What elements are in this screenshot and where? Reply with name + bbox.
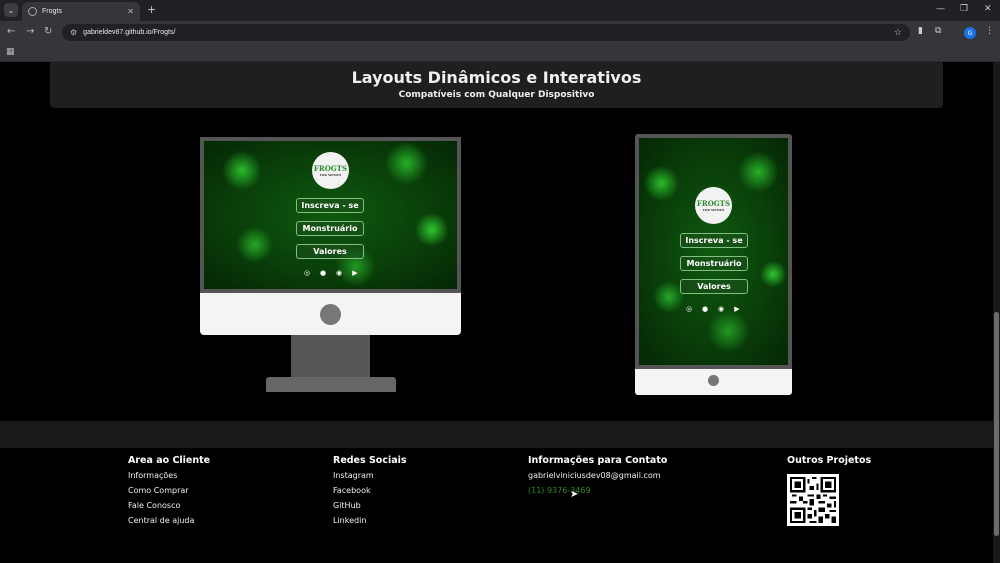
restore-icon[interactable]: ❐: [960, 4, 968, 14]
footer-link-facebook[interactable]: Facebook: [333, 486, 407, 496]
footer-link-contact[interactable]: Fale Conosco: [128, 501, 210, 511]
tab-title: Frogts: [42, 8, 62, 15]
footer-link-instagram[interactable]: Instagram: [333, 471, 407, 481]
footer-divider-band: [0, 421, 993, 448]
page-title: Layouts Dinâmicos e Interativos: [351, 68, 642, 87]
subscribe-button[interactable]: Inscreva - se: [680, 233, 748, 248]
globe-icon: [28, 7, 37, 16]
footer-email[interactable]: gabrielviniciusdev08@gmail.com: [528, 471, 667, 481]
tablet-home-button: [708, 375, 719, 386]
monitor-neck: [291, 335, 370, 378]
footer-col-social: Redes Sociais Instagram Facebook GitHub …: [333, 455, 407, 531]
browser-tab-bar: ⌄ Frogts ✕ + — ❐ ✕: [0, 0, 1000, 21]
frogts-logo: FROGTS FOR MEMES: [695, 187, 732, 224]
showcase-button[interactable]: Monstruário: [296, 221, 364, 236]
footer-col-customer: Area ao Cliente Informações Como Comprar…: [128, 455, 210, 531]
monitor-power-button: [320, 304, 341, 325]
footer-link-how-to-buy[interactable]: Como Comprar: [128, 486, 210, 496]
footer-col-projects: Outros Projetos: [787, 455, 871, 471]
social-icons: ◎ ● ◉ ▶: [685, 305, 741, 313]
footer-link-info[interactable]: Informações: [128, 471, 210, 481]
prices-button[interactable]: Valores: [680, 279, 748, 294]
apps-grid-icon[interactable]: ▦: [6, 47, 15, 57]
footer-link-linkedin[interactable]: Linkedin: [333, 516, 407, 526]
qr-code-icon[interactable]: [787, 474, 839, 526]
profile-avatar[interactable]: G: [964, 27, 976, 39]
footer-col-contact: Informações para Contato gabrielvinicius…: [528, 455, 667, 501]
browser-tab[interactable]: Frogts ✕: [22, 2, 140, 21]
prices-button[interactable]: Valores: [296, 244, 364, 259]
bookmarks-bar: ▦: [0, 44, 1000, 62]
social-icons: ◎ ● ◉ ▶: [303, 269, 359, 277]
facebook-icon[interactable]: ●: [319, 269, 327, 277]
minimize-icon[interactable]: —: [936, 4, 945, 14]
reload-icon[interactable]: ↻: [44, 26, 52, 37]
tab-search-icon[interactable]: ⌄: [4, 3, 18, 17]
footer-heading: Informações para Contato: [528, 455, 668, 466]
site-info-icon[interactable]: ⚙: [70, 28, 77, 37]
monitor-base: [266, 377, 396, 392]
new-tab-icon[interactable]: +: [147, 3, 156, 16]
back-icon[interactable]: ←: [7, 26, 15, 37]
mouse-cursor-icon: ➤: [570, 489, 579, 500]
footer-heading: Redes Sociais: [333, 455, 407, 466]
showcase-button[interactable]: Monstruário: [680, 256, 748, 271]
frogts-logo: FROGTS FOR MEMES: [312, 152, 349, 189]
hero-panel: Layouts Dinâmicos e Interativos Compatív…: [50, 62, 943, 108]
window-close-icon[interactable]: ✕: [984, 4, 992, 14]
close-icon[interactable]: ✕: [127, 7, 134, 16]
extension-icon[interactable]: ▮: [918, 26, 923, 36]
footer-link-github[interactable]: GitHub: [333, 501, 407, 511]
tablet-screen: FROGTS FOR MEMES Inscreva - se Monstruár…: [639, 138, 788, 365]
browser-toolbar: ← → ↻ ⚙ gabrieldev87.github.io/Frogts/ ☆…: [0, 21, 1000, 44]
forward-icon[interactable]: →: [26, 26, 34, 37]
instagram-icon[interactable]: ◎: [685, 305, 693, 313]
bookmark-star-icon[interactable]: ☆: [894, 28, 902, 38]
footer-phone[interactable]: (11) 9376-3469: [528, 486, 667, 496]
youtube-icon[interactable]: ▶: [351, 269, 359, 277]
footer-heading: Outros Projetos: [787, 455, 872, 466]
github-icon[interactable]: ◉: [335, 269, 343, 277]
address-bar[interactable]: ⚙ gabrieldev87.github.io/Frogts/ ☆: [62, 24, 910, 41]
menu-kebab-icon[interactable]: ⋮: [985, 26, 994, 36]
extensions-puzzle-icon[interactable]: ⧉: [935, 26, 941, 36]
instagram-icon[interactable]: ◎: [303, 269, 311, 277]
subscribe-button[interactable]: Inscreva - se: [296, 198, 364, 213]
scrollbar-thumb[interactable]: [994, 312, 999, 536]
page-subtitle: Compatíveis com Qualquer Dispositivo: [398, 90, 595, 100]
footer-link-help[interactable]: Central de ajuda: [128, 516, 210, 526]
facebook-icon[interactable]: ●: [701, 305, 709, 313]
footer-heading: Area ao Cliente: [128, 455, 211, 466]
monitor-mockup: FROGTS FOR MEMES Inscreva - se Monstruár…: [200, 137, 461, 293]
tablet-mockup: FROGTS FOR MEMES Inscreva - se Monstruár…: [635, 134, 792, 369]
youtube-icon[interactable]: ▶: [733, 305, 741, 313]
url-text: gabrieldev87.github.io/Frogts/: [83, 29, 176, 36]
monitor-screen: FROGTS FOR MEMES Inscreva - se Monstruár…: [204, 141, 457, 289]
github-icon[interactable]: ◉: [717, 305, 725, 313]
